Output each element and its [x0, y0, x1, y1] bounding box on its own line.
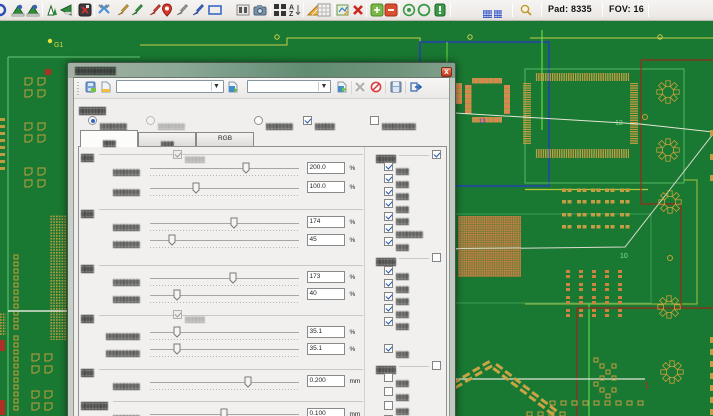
svg-text:12: 12 — [615, 120, 623, 127]
svg-text:10: 10 — [620, 253, 628, 260]
svg-text:Z: Z — [289, 11, 294, 17]
svg-text:1: 1 — [645, 381, 650, 390]
svg-text:G1: G1 — [54, 42, 63, 49]
svg-text:13: 13 — [479, 119, 486, 125]
